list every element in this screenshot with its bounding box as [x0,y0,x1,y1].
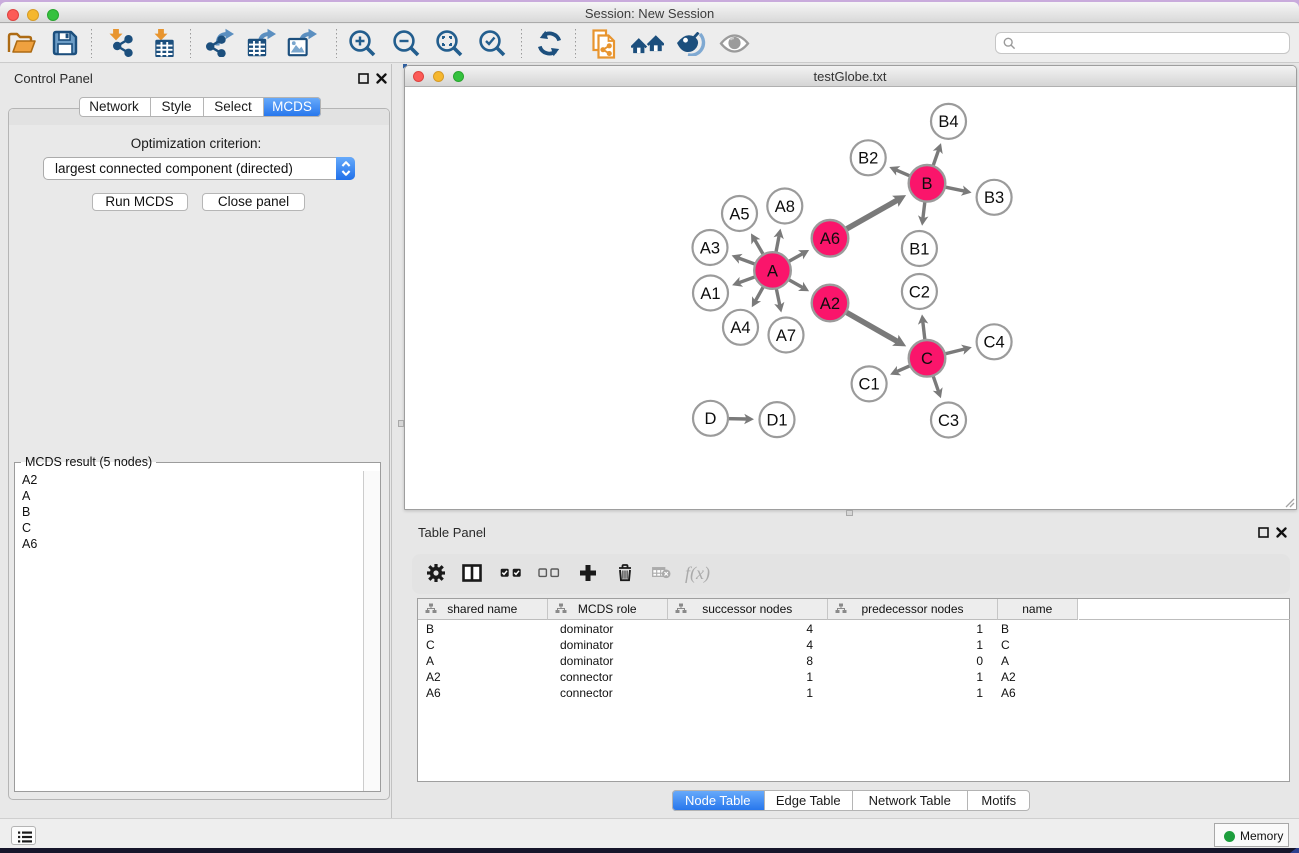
svg-text:C2: C2 [908,283,929,301]
svg-text:B: B [921,175,932,193]
svg-text:C3: C3 [937,411,958,429]
svg-text:A5: A5 [729,205,749,223]
svg-text:B1: B1 [909,240,929,258]
svg-text:A8: A8 [774,197,794,215]
svg-text:A6: A6 [819,230,839,248]
svg-text:A7: A7 [775,326,795,344]
svg-text:C4: C4 [983,333,1004,351]
svg-text:A3: A3 [699,239,719,257]
svg-text:A1: A1 [700,284,720,302]
svg-text:D1: D1 [766,411,787,429]
svg-text:A2: A2 [819,294,839,312]
svg-text:B4: B4 [938,113,958,131]
svg-text:A4: A4 [730,319,750,337]
svg-text:B2: B2 [858,149,878,167]
svg-text:D: D [704,410,716,428]
svg-text:C: C [921,350,933,368]
svg-text:C1: C1 [858,375,879,393]
svg-text:B3: B3 [984,189,1004,207]
svg-text:A: A [766,262,777,280]
